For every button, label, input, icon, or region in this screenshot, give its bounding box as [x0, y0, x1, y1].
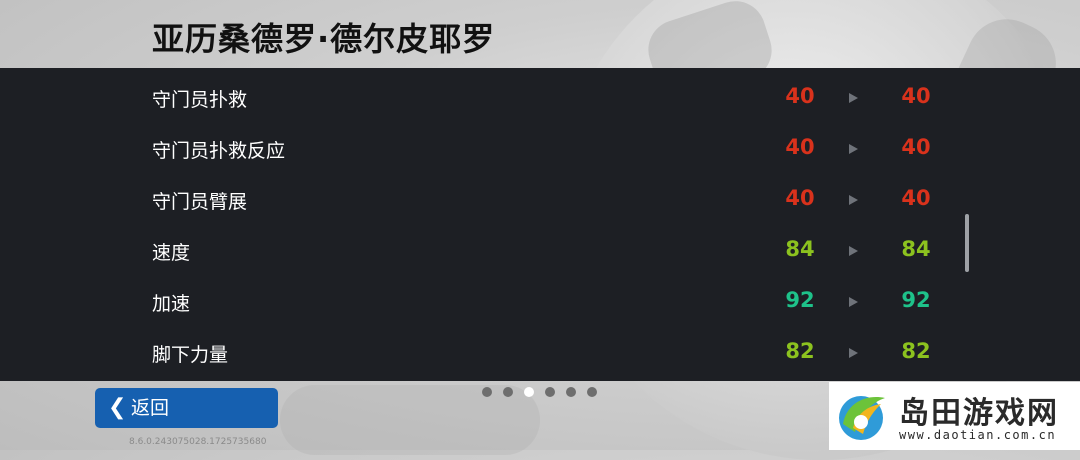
page-dot[interactable] — [482, 387, 492, 397]
stat-current-value: 92 — [785, 288, 815, 312]
chevron-left-icon: ❮ — [108, 395, 127, 420]
watermark: 岛田游戏网 www.daotian.com.cn — [829, 382, 1080, 450]
stat-next-value: 82 — [901, 339, 931, 363]
page-dot[interactable] — [587, 387, 597, 397]
watermark-url: www.daotian.com.cn — [899, 428, 1057, 442]
stat-row: 守门员扑救 40 40 — [0, 73, 1080, 124]
stat-next-value: 40 — [901, 84, 931, 108]
stat-row: 速度 84 84 — [0, 226, 1080, 277]
page-dot[interactable] — [503, 387, 513, 397]
stat-label: 脚下力量 — [152, 344, 229, 366]
stat-label: 速度 — [152, 242, 191, 264]
stats-panel[interactable]: 守门员扑救 40 40 守门员扑救反应 40 40 守门员臂展 40 40 速度… — [0, 68, 1080, 381]
stat-next-value: 92 — [901, 288, 931, 312]
stat-row: 守门员扑救反应 40 40 — [0, 124, 1080, 175]
stat-next-value: 40 — [901, 135, 931, 159]
stat-row: 脚下力量 82 82 — [0, 328, 1080, 379]
page-dot[interactable] — [524, 387, 534, 397]
page-dot[interactable] — [545, 387, 555, 397]
stat-row: 守门员臂展 40 40 — [0, 175, 1080, 226]
triangle-right-icon — [849, 144, 858, 154]
stat-current-value: 82 — [785, 339, 815, 363]
scrollbar-thumb[interactable] — [965, 214, 969, 272]
triangle-right-icon — [849, 246, 858, 256]
stat-current-value: 40 — [785, 186, 815, 210]
version-text: 8.6.0.243075028.1725735680 — [129, 437, 267, 447]
page-dot[interactable] — [566, 387, 576, 397]
stat-row: 加速 92 92 — [0, 277, 1080, 328]
stat-next-value: 84 — [901, 237, 931, 261]
stat-current-value: 40 — [785, 135, 815, 159]
background-patch — [280, 385, 540, 455]
watermark-logo-icon — [839, 396, 885, 440]
stat-label: 守门员臂展 — [152, 191, 248, 213]
watermark-name: 岛田游戏网 — [899, 396, 1059, 431]
stat-label: 加速 — [152, 293, 191, 315]
back-button-label: 返回 — [131, 397, 170, 419]
triangle-right-icon — [849, 348, 858, 358]
triangle-right-icon — [849, 93, 858, 103]
stat-current-value: 84 — [785, 237, 815, 261]
back-button[interactable]: ❮ 返回 — [95, 388, 278, 428]
triangle-right-icon — [849, 297, 858, 307]
stat-label: 守门员扑救反应 — [152, 140, 286, 162]
stat-label: 守门员扑救 — [152, 89, 248, 111]
stat-next-value: 40 — [901, 186, 931, 210]
player-name-title: 亚历桑德罗·德尔皮耶罗 — [152, 20, 496, 58]
triangle-right-icon — [849, 195, 858, 205]
stat-current-value: 40 — [785, 84, 815, 108]
